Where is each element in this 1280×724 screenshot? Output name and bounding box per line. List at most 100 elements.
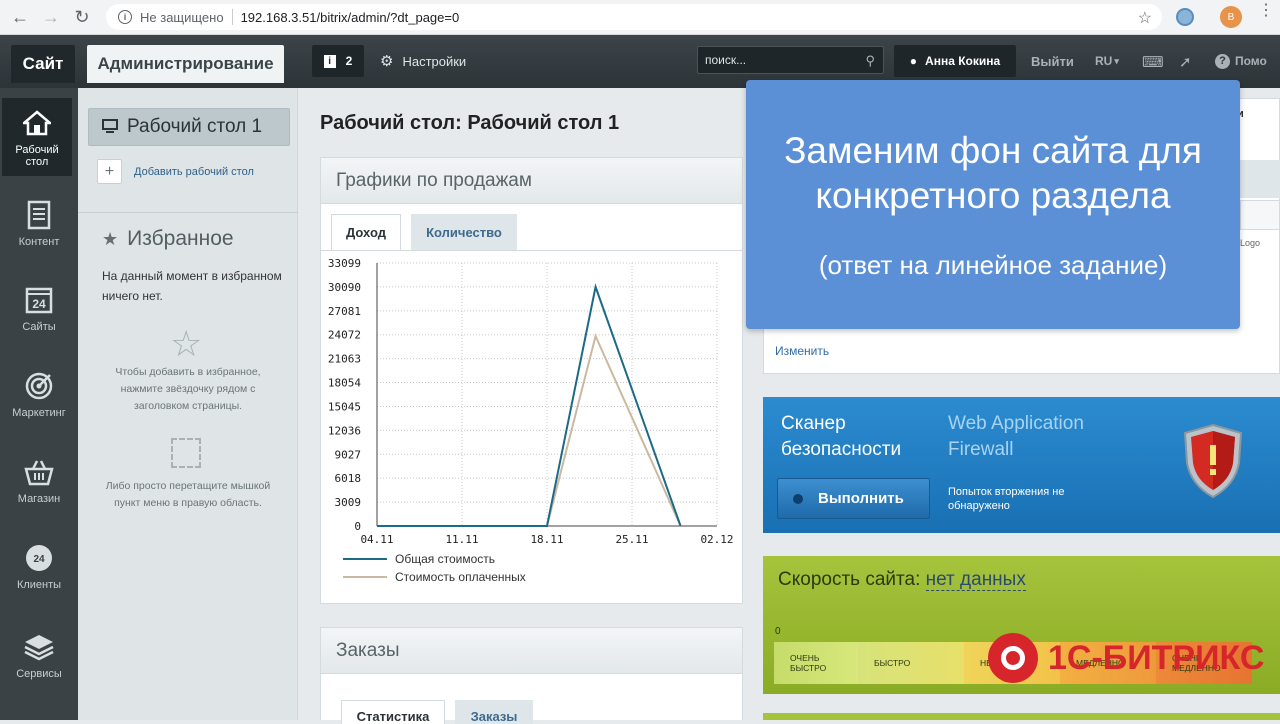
- y-tick-label: 24072: [328, 329, 361, 342]
- star-outline-icon: ☆: [170, 323, 203, 364]
- bitrix-logo-text: 1С-БИТРИКС: [1048, 638, 1265, 677]
- notifications-count: 2: [345, 54, 353, 68]
- browser-toolbar: ← → ↻ i Не защищено 192.168.3.51/bitrix/…: [0, 0, 1280, 35]
- bookmark-star-icon[interactable]: ☆: [1138, 8, 1152, 28]
- profile-avatar[interactable]: B: [1220, 6, 1242, 28]
- change-link[interactable]: Изменить: [775, 344, 829, 358]
- legend-label: Общая стоимость: [395, 552, 495, 566]
- clients-icon: 24: [22, 541, 56, 575]
- speed-zero-label: 0: [775, 626, 781, 637]
- notifications-button[interactable]: i 2: [312, 45, 364, 77]
- svg-text:24: 24: [33, 554, 45, 565]
- x-tick-label: 04.11: [360, 533, 393, 546]
- pin-icon[interactable]: ➚: [1179, 53, 1192, 71]
- tab-orders[interactable]: Заказы: [455, 700, 533, 724]
- svg-text:24: 24: [32, 297, 46, 311]
- page-title: Рабочий стол: Рабочий стол 1: [320, 112, 620, 134]
- tab-statistics[interactable]: Статистика: [341, 700, 445, 724]
- sales-chart-card: Графики по продажам Доход Количество 0 30…: [320, 157, 743, 604]
- x-tick-label: 11.11: [445, 533, 478, 546]
- speed-segment: БЫСТРО: [858, 642, 964, 684]
- nav-label: Сайты: [22, 321, 56, 333]
- search-icon[interactable]: ⚲: [865, 53, 875, 69]
- address-separator: [231, 9, 233, 25]
- card-header: Графики по продажам: [321, 158, 742, 204]
- help-button[interactable]: ? Помо: [1215, 45, 1267, 77]
- nav-label: Сервисы: [16, 668, 62, 680]
- back-icon[interactable]: ←: [9, 6, 31, 28]
- star-icon: ★: [102, 228, 119, 249]
- add-desktop-link[interactable]: + Добавить рабочий стол: [97, 159, 254, 184]
- nav-item-services[interactable]: Сервисы: [0, 630, 78, 680]
- info-icon[interactable]: i: [118, 10, 132, 24]
- waf-title-line: Firewall: [948, 439, 1014, 460]
- basket-icon: [22, 455, 56, 489]
- address-bar[interactable]: i Не защищено 192.168.3.51/bitrix/admin/…: [106, 4, 1162, 30]
- run-scan-button[interactable]: Выполнить: [777, 478, 930, 519]
- forward-icon[interactable]: →: [40, 6, 62, 28]
- card-header: Заказы: [321, 628, 742, 674]
- monitor-icon: [102, 118, 118, 136]
- x-tick-label: 25.11: [615, 533, 648, 546]
- banner-subtitle: (ответ на линейное задание): [818, 250, 1168, 280]
- site-tab[interactable]: Сайт: [11, 45, 75, 83]
- reload-icon[interactable]: ↻: [71, 6, 93, 28]
- info-icon: i: [323, 54, 336, 68]
- nav-item-clients[interactable]: 24 Клиенты: [0, 541, 78, 591]
- y-tick-label: 0: [354, 520, 361, 533]
- security-label: Не защищено: [140, 9, 224, 25]
- nav-item-marketing[interactable]: Маркетинг: [0, 369, 78, 419]
- nav-item-desktop[interactable]: Рабочий стол: [2, 98, 72, 176]
- document-icon: [22, 198, 56, 232]
- card-title: Графики по продажам: [336, 169, 532, 191]
- settings-button[interactable]: ⚙ Настройки: [380, 45, 466, 77]
- search-input[interactable]: поиск... ⚲: [697, 46, 884, 74]
- keyboard-icon[interactable]: ⌨: [1142, 53, 1164, 71]
- y-tick-label: 3009: [335, 496, 362, 509]
- nav-label: Клиенты: [16, 579, 62, 591]
- tab-income[interactable]: Доход: [331, 214, 401, 250]
- y-tick-label: 15045: [328, 400, 361, 413]
- settings-label: Настройки: [402, 53, 467, 69]
- banner-title: Заменим фон сайта для конкретного раздел…: [784, 130, 1202, 216]
- speed-title: Скорость сайта: нет данных: [778, 569, 1026, 591]
- orders-tabs: Статистика Заказы: [341, 700, 543, 724]
- next-card-edge: [763, 713, 1280, 720]
- speed-value-link[interactable]: нет данных: [925, 569, 1026, 591]
- nav-item-sites[interactable]: 24 Сайты: [0, 283, 78, 333]
- calendar-icon: 24: [22, 283, 56, 317]
- nav-item-content[interactable]: Контент: [0, 198, 78, 248]
- scanner-title: Сканер безопасности: [781, 411, 901, 463]
- url-text[interactable]: 192.168.3.51/bitrix/admin/?dt_page=0: [241, 10, 460, 25]
- scanner-title-line: Сканер: [781, 413, 846, 434]
- desktop-button[interactable]: Рабочий стол 1: [88, 108, 290, 146]
- browser-menu-icon[interactable]: ⋮: [1258, 3, 1274, 19]
- favorites-hint: Чтобы добавить в избранное, нажмите звёз…: [115, 366, 261, 412]
- logout-link[interactable]: Выйти: [1031, 45, 1074, 77]
- y-tick-label: 9027: [335, 448, 362, 461]
- extension-icon[interactable]: [1176, 8, 1194, 26]
- y-tick-label: 33099: [328, 257, 361, 270]
- chevron-down-icon: ▾: [1114, 55, 1119, 66]
- chart-tabs: Доход Количество: [331, 214, 527, 250]
- nav-label: Маркетинг: [12, 407, 66, 419]
- user-icon: ●: [909, 54, 918, 68]
- orders-card: Заказы Статистика Заказы: [320, 627, 743, 724]
- bitrix-watermark: 1С-БИТРИКС: [988, 633, 1264, 683]
- user-button[interactable]: ● Анна Кокина: [894, 45, 1016, 77]
- legend-label: Стоимость оплаченных: [395, 570, 526, 584]
- run-scan-label: Выполнить: [818, 490, 904, 507]
- speed-segment: ОЧЕНЬ БЫСТРО: [774, 642, 858, 684]
- nav-label: Контент: [18, 236, 60, 248]
- status-dot-icon: [793, 493, 803, 504]
- y-tick-label: 18054: [328, 377, 361, 390]
- admin-tab[interactable]: Администрирование: [87, 45, 284, 83]
- nav-item-shop[interactable]: Магазин: [0, 455, 78, 505]
- language-selector[interactable]: RU ▾: [1095, 45, 1119, 77]
- tab-quantity[interactable]: Количество: [411, 214, 517, 250]
- language-label: RU: [1095, 54, 1113, 68]
- favorites-empty-text: На данный момент в избранном ничего нет.: [102, 269, 282, 303]
- waf-title: Web Application Firewall: [948, 411, 1084, 463]
- search-placeholder: поиск...: [705, 53, 747, 67]
- waf-title-line: Web Application: [948, 413, 1084, 434]
